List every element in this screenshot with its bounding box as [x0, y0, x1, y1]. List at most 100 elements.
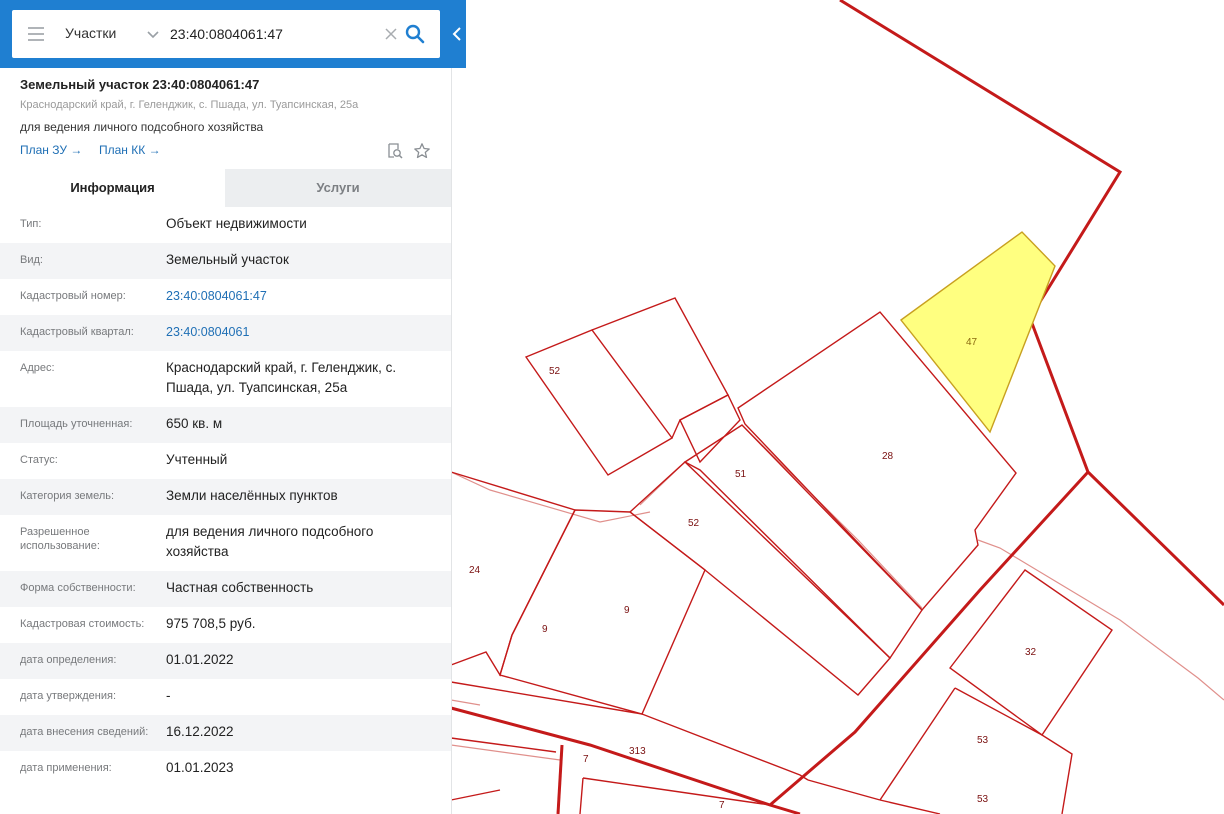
- info-value: Учтенный: [166, 452, 228, 467]
- info-panel: Земельный участок 23:40:0804061:47 Красн…: [0, 68, 452, 814]
- info-value: 650 кв. м: [166, 416, 223, 431]
- info-row: дата внесения сведений: 16.12.2022: [0, 715, 451, 751]
- info-value: Краснодарский край, г. Геленджик, с. Пша…: [166, 360, 397, 395]
- info-value: 16.12.2022: [166, 724, 234, 739]
- info-row: Категория земель: Земли населённых пункто…: [0, 479, 451, 515]
- chevron-left-icon: [452, 27, 461, 41]
- info-label: Статус:: [20, 454, 58, 466]
- selected-parcel-47[interactable]: [899, 231, 1056, 434]
- info-row: Тип: Объект недвижимости: [0, 207, 451, 243]
- parcel-outline: [879, 799, 941, 814]
- parcel-label: 47: [966, 337, 978, 348]
- parcel-label: 7: [719, 800, 725, 811]
- parcel-label: 9: [542, 624, 548, 635]
- chevron-down-icon[interactable]: [146, 27, 160, 41]
- info-row: дата применения: 01.01.2023: [0, 751, 451, 787]
- info-value: для ведения личного подсобного хозяйства: [166, 524, 374, 559]
- info-label: Адрес:: [20, 362, 55, 374]
- parcel-label: 313: [629, 746, 646, 757]
- parcel-label: 51: [735, 469, 747, 480]
- info-row: Площадь уточненная: 650 кв. м: [0, 407, 451, 443]
- search-input[interactable]: [170, 22, 380, 46]
- info-label: Кадастровый квартал:: [20, 326, 134, 338]
- info-row: Разрешенное использование: для ведения ли…: [0, 515, 451, 571]
- quarter-boundary: [1028, 317, 1224, 607]
- parcel-outline: [582, 777, 771, 806]
- search-box: Участки: [12, 10, 440, 58]
- parcel-outline[interactable]: [591, 297, 729, 439]
- plan-zu-link[interactable]: План ЗУ →: [20, 143, 82, 157]
- search-header: Участки: [0, 0, 466, 68]
- plan-kk-link[interactable]: План КК →: [99, 143, 161, 157]
- parcel-label: 53: [977, 735, 989, 746]
- parcel-outline: [450, 789, 501, 801]
- info-label: дата определения:: [20, 654, 117, 666]
- parcel-53-outline[interactable]: [879, 687, 956, 801]
- parcel-label: 9: [624, 605, 630, 616]
- info-value: Земельный участок: [166, 252, 289, 267]
- info-label: дата применения:: [20, 762, 112, 774]
- favorite-star-icon[interactable]: [413, 142, 431, 160]
- info-label: Разрешенное использование:: [20, 526, 100, 552]
- info-value: 01.01.2022: [166, 652, 234, 667]
- boundary-line: [450, 699, 481, 706]
- parcel-outline: [450, 737, 557, 753]
- info-table: Тип: Объект недвижимости Вид: Земельный уча…: [0, 207, 451, 787]
- info-value: 01.01.2023: [166, 760, 234, 775]
- object-address: Краснодарский край, г. Геленджик, с. Пша…: [20, 99, 359, 111]
- info-label: дата внесения сведений:: [20, 726, 149, 738]
- info-row: Кадастровая стоимость: 975 708,5 руб.: [0, 607, 451, 643]
- parcel-outline: [579, 777, 584, 814]
- boundary-line: [639, 424, 923, 609]
- collapse-panel-button[interactable]: [448, 0, 466, 68]
- info-row: Адрес: Краснодарский край, г. Геленджик, …: [0, 351, 451, 407]
- info-value: Частная собственность: [166, 580, 314, 595]
- info-row: дата определения: 01.01.2022: [0, 643, 451, 679]
- info-row: дата утверждения: -: [0, 679, 451, 715]
- search-type-select[interactable]: Участки: [65, 25, 116, 41]
- info-label: Вид:: [20, 254, 43, 266]
- info-value-link[interactable]: 23:40:0804061: [166, 322, 249, 342]
- info-row: Статус: Учтенный: [0, 443, 451, 479]
- clear-icon[interactable]: [384, 27, 398, 41]
- info-row: Вид: Земельный участок: [0, 243, 451, 279]
- parcel-outline: [807, 779, 881, 801]
- panel-tabs: Информация Услуги: [0, 169, 451, 207]
- info-value: Объект недвижимости: [166, 216, 307, 231]
- info-label: дата утверждения:: [20, 690, 117, 702]
- info-row: Кадастровый квартал: 23:40:0804061: [0, 315, 451, 351]
- quarter-boundary: [769, 470, 1090, 807]
- road-boundary: [450, 706, 801, 814]
- tab-services[interactable]: Услуги: [225, 169, 451, 207]
- info-row: Кадастровый номер: 23:40:0804061:47: [0, 279, 451, 315]
- boundary-line: [977, 539, 1224, 701]
- info-label: Категория земель:: [20, 490, 115, 502]
- parcel-9-outline[interactable]: [499, 509, 706, 715]
- object-use: для ведения личного подсобного хозяйства: [20, 120, 264, 134]
- info-label: Тип:: [20, 218, 42, 230]
- parcel-label: 32: [1025, 647, 1037, 658]
- parcel-52-outline[interactable]: [524, 329, 674, 476]
- info-value: -: [166, 688, 171, 703]
- info-label: Площадь уточненная:: [20, 418, 133, 430]
- object-title: Земельный участок 23:40:0804061:47: [20, 77, 260, 92]
- tab-information[interactable]: Информация: [0, 169, 225, 207]
- search-icon[interactable]: [405, 24, 425, 44]
- info-row: Форма собственности: Частная собственност…: [0, 571, 451, 607]
- parcel-label: 7: [583, 754, 589, 765]
- parcel-53-outline[interactable]: [954, 687, 1073, 814]
- parcel-outline[interactable]: [679, 394, 741, 464]
- parcel-label: 24: [469, 565, 481, 576]
- boundary-line: [450, 744, 561, 761]
- parcel-52-outline[interactable]: [628, 461, 891, 696]
- parcel-label: 52: [549, 366, 561, 377]
- info-value-link[interactable]: 23:40:0804061:47: [166, 286, 267, 306]
- parcel-label: 52: [688, 518, 700, 529]
- hamburger-menu-icon[interactable]: [28, 27, 44, 41]
- info-value: Земли населённых пунктов: [166, 488, 338, 503]
- parcel-label: 53: [977, 794, 989, 805]
- road-boundary: [556, 744, 564, 814]
- info-value: 975 708,5 руб.: [166, 616, 256, 631]
- document-search-icon[interactable]: [386, 142, 404, 160]
- parcel-313-outline[interactable]: [450, 681, 809, 781]
